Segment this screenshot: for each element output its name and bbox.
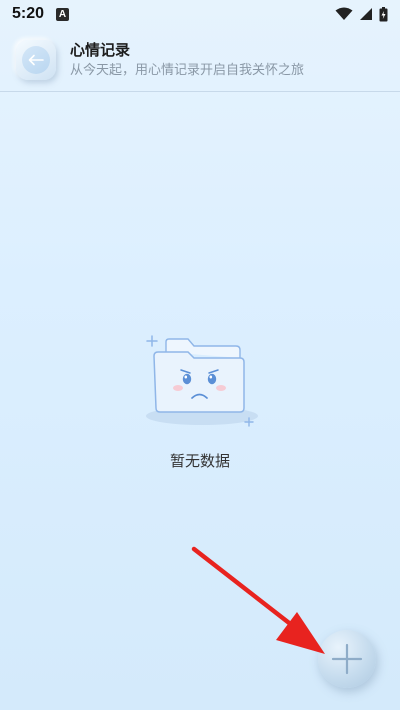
sad-folder-icon xyxy=(146,335,258,427)
signal-icon xyxy=(360,8,372,20)
arrow-left-icon xyxy=(28,54,44,65)
add-button[interactable] xyxy=(318,630,376,688)
empty-state-message: 暂无数据 xyxy=(169,452,230,470)
plus-icon xyxy=(331,643,363,675)
status-time: 5:20 xyxy=(12,5,45,22)
page-title: 心情记录 xyxy=(70,40,131,59)
battery-icon xyxy=(379,6,388,21)
status-bar: 5:20 A xyxy=(0,0,400,28)
wifi-icon xyxy=(335,7,353,20)
back-button[interactable] xyxy=(16,39,56,80)
notification-a-icon: A xyxy=(56,7,70,21)
page-subtitle: 从今天起，用心情记录开启自我关怀之旅 xyxy=(70,62,305,78)
page-header: 心情记录 从今天起，用心情记录开启自我关怀之旅 xyxy=(0,28,400,92)
status-icons xyxy=(335,6,388,22)
header-text: 心情记录 从今天起，用心情记录开启自我关怀之旅 xyxy=(70,40,304,80)
back-button-circle xyxy=(22,45,50,74)
